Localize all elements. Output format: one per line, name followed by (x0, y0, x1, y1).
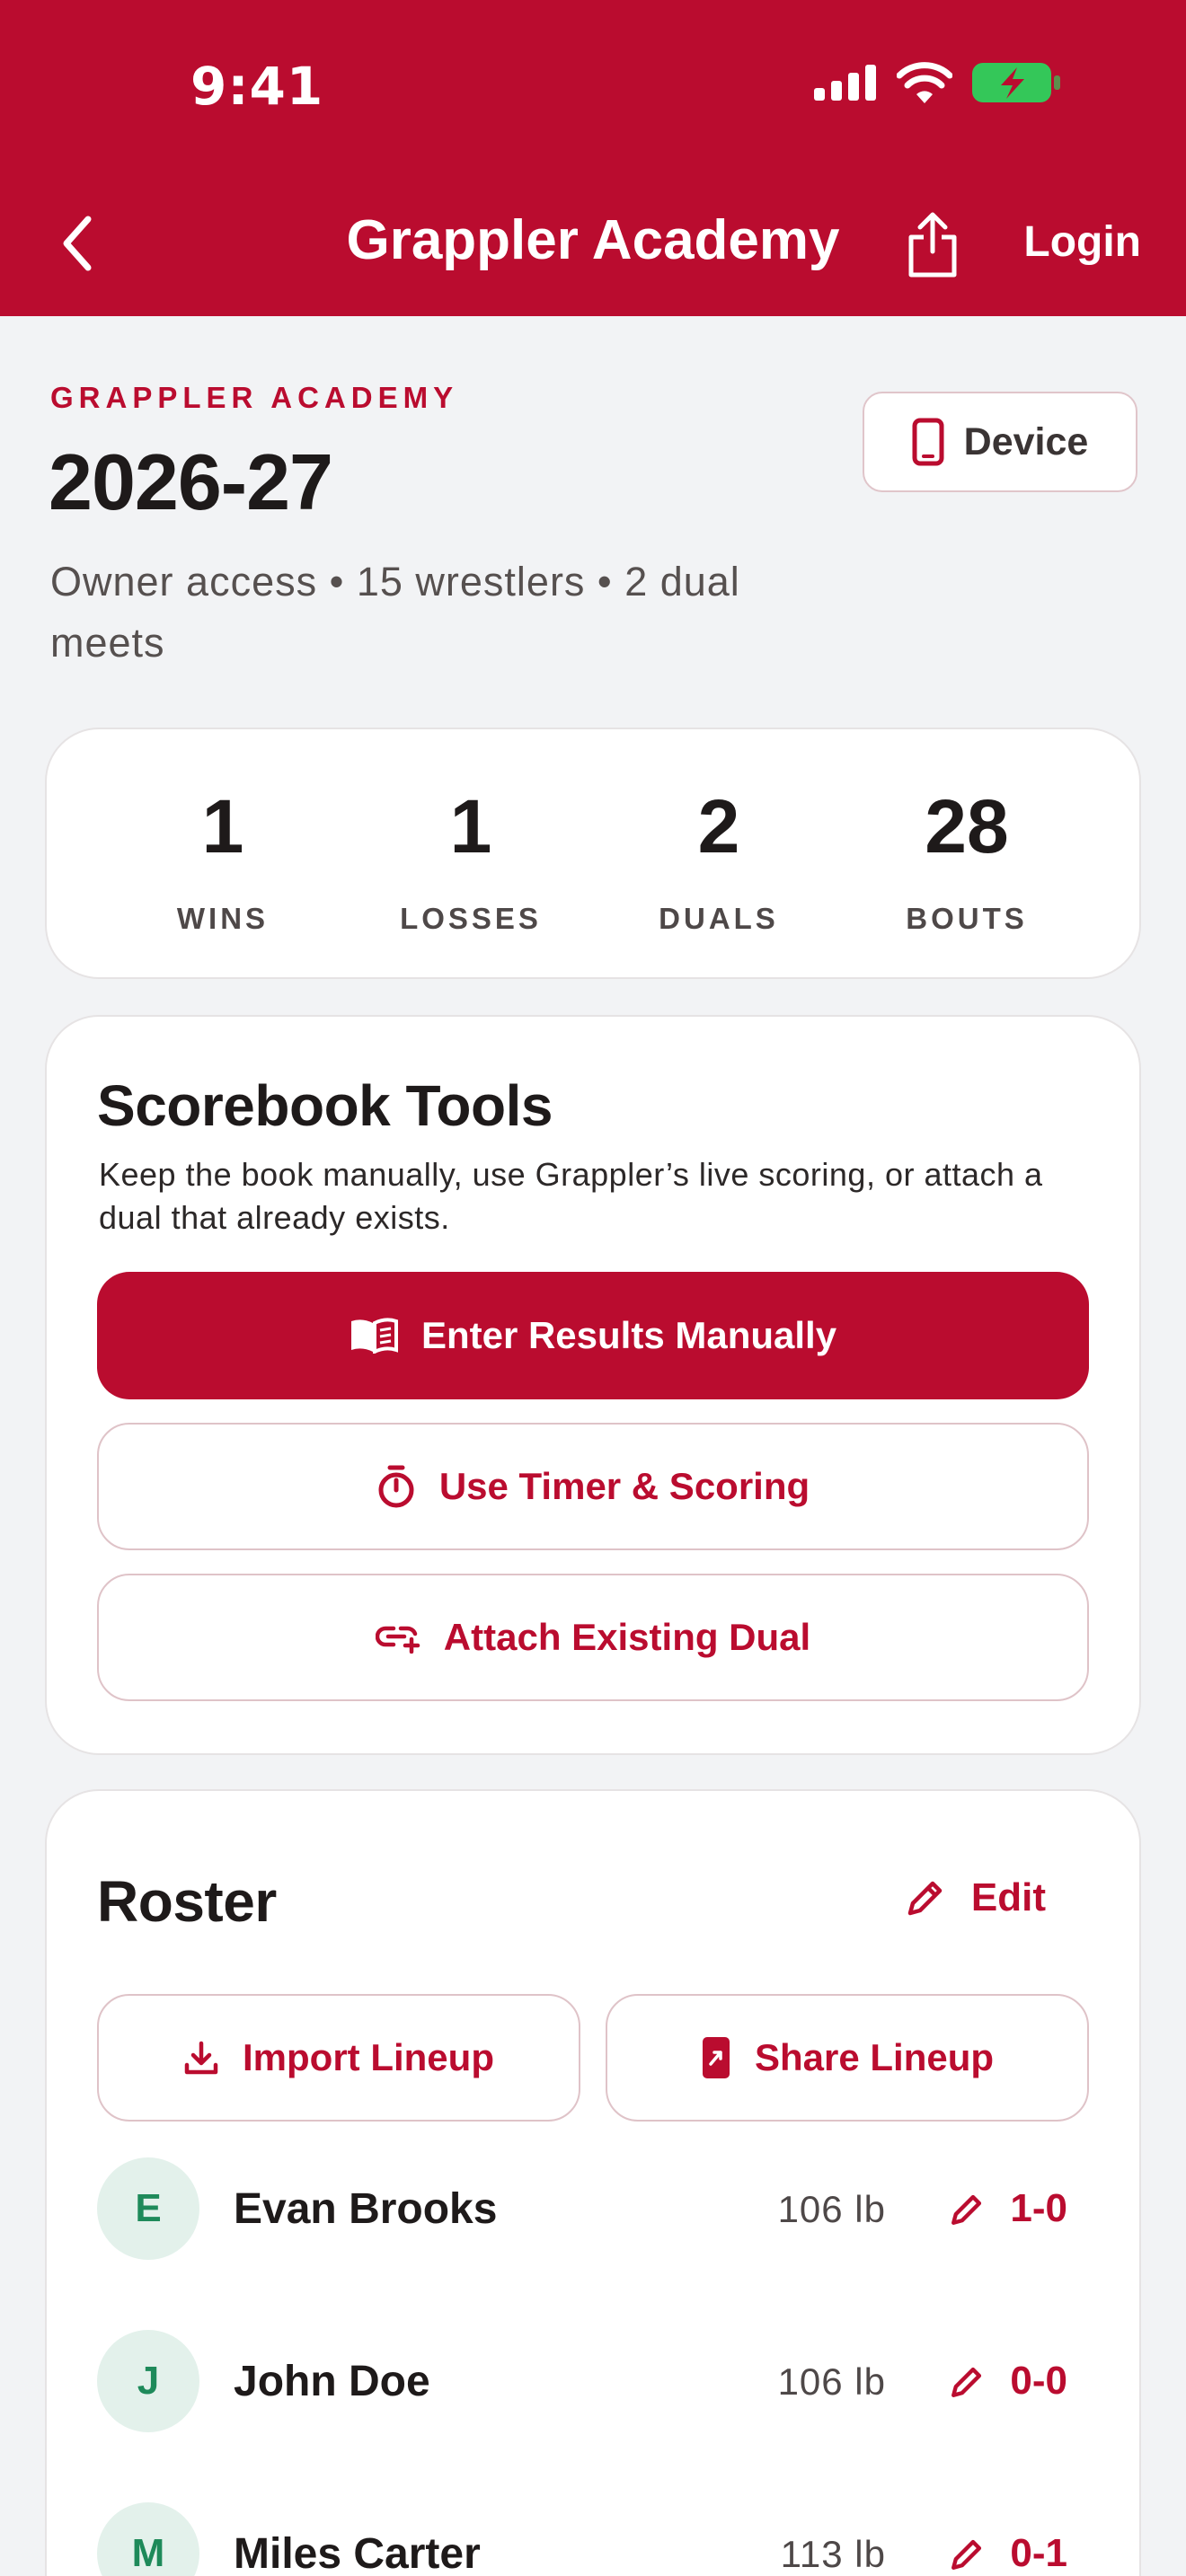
stat-label: DUALS (659, 902, 779, 935)
edit-label: Edit (970, 1875, 1046, 1919)
phone-icon (912, 418, 944, 466)
link-plus-icon (375, 1626, 420, 1654)
button-label: Enter Results Manually (420, 1314, 837, 1356)
wrestler-name: John Doe (234, 2358, 430, 2405)
roster-title: Roster (97, 1869, 277, 1934)
scorebook-tools-card: Scorebook Tools Keep the book manually, … (45, 1015, 1141, 1755)
team-subtitle: Owner access • 15 wrestlers • 2 dual mee… (50, 559, 740, 666)
cellular-signal-icon (814, 65, 876, 101)
stat-label: LOSSES (400, 902, 542, 935)
button-label: Import Lineup (243, 2036, 494, 2078)
app-header: 9:41 Grappler Academy Login (0, 0, 1186, 316)
stat-wins: 1 WINS (106, 789, 340, 936)
stat-losses: 1 LOSSES (354, 789, 588, 936)
book-icon (350, 1318, 398, 1354)
roster-card: Roster Edit Import Lineup Share Lineup E… (45, 1789, 1141, 2576)
stat-value: 28 (925, 784, 1009, 869)
pencil-icon[interactable] (949, 2536, 985, 2572)
roster-row[interactable]: E Evan Brooks 106 lb 1-0 (97, 2157, 1089, 2265)
team-eyebrow: GRAPPLER ACADEMY (50, 381, 459, 414)
wrestler-weight: 106 lb (777, 2360, 886, 2403)
stat-bouts: 28 BOUTS (850, 789, 1084, 936)
share-icon[interactable] (906, 210, 960, 278)
wrestler-record: 0-0 (1010, 2359, 1067, 2403)
stat-value: 2 (697, 784, 740, 869)
stat-label: WINS (176, 902, 270, 935)
stat-value: 1 (201, 784, 244, 869)
button-label: Attach Existing Dual (443, 1616, 811, 1658)
import-lineup-button[interactable]: Import Lineup (97, 1994, 580, 2122)
wrestler-record: 0-1 (1010, 2531, 1067, 2575)
wrestler-name: Evan Brooks (234, 2185, 498, 2233)
phone-share-icon (702, 2037, 730, 2078)
wrestler-name: Miles Carter (234, 2530, 481, 2576)
device-label: Device (963, 419, 1089, 463)
share-lineup-button[interactable]: Share Lineup (606, 1994, 1089, 2122)
use-timer-scoring-button[interactable]: Use Timer & Scoring (97, 1423, 1089, 1550)
button-label: Use Timer & Scoring (438, 1465, 810, 1507)
stats-card: 1 WINS 1 LOSSES 2 DUALS 28 BOUTS (45, 728, 1141, 979)
stat-value: 1 (449, 784, 492, 869)
battery-charging-icon (972, 63, 1060, 102)
download-icon (184, 2041, 218, 2075)
wrestler-record: 1-0 (1010, 2186, 1067, 2230)
stopwatch-icon (378, 1465, 414, 1508)
wrestler-weight: 106 lb (777, 2188, 886, 2230)
avatar: J (97, 2330, 199, 2432)
status-icons (814, 61, 1062, 104)
roster-edit-button[interactable]: Edit (905, 1875, 1046, 1920)
scorebook-title: Scorebook Tools (97, 1073, 553, 1138)
avatar: E (97, 2157, 199, 2260)
device-button[interactable]: Device (863, 392, 1137, 492)
button-label: Share Lineup (754, 2036, 995, 2078)
pencil-icon (907, 1881, 943, 1916)
avatar: M (97, 2502, 199, 2576)
stat-label: BOUTS (906, 902, 1028, 935)
roster-row[interactable]: M Miles Carter 113 lb 0-1 (97, 2502, 1089, 2576)
attach-existing-dual-button[interactable]: Attach Existing Dual (97, 1574, 1089, 1701)
roster-row[interactable]: J John Doe 106 lb 0-0 (97, 2330, 1089, 2438)
stat-duals: 2 DUALS (602, 789, 836, 936)
nav-title: Grappler Academy (346, 209, 840, 271)
scorebook-description: Keep the book manually, use Grappler’s l… (99, 1156, 1043, 1236)
wrestler-weight: 113 lb (780, 2533, 886, 2575)
login-button[interactable]: Login (1023, 217, 1141, 267)
pencil-icon[interactable] (949, 2364, 985, 2400)
enter-results-manually-button[interactable]: Enter Results Manually (97, 1272, 1089, 1399)
pencil-icon[interactable] (949, 2192, 985, 2228)
season-title: 2026-27 (49, 437, 333, 526)
wifi-icon (897, 62, 952, 103)
status-time: 9:41 (190, 56, 324, 117)
